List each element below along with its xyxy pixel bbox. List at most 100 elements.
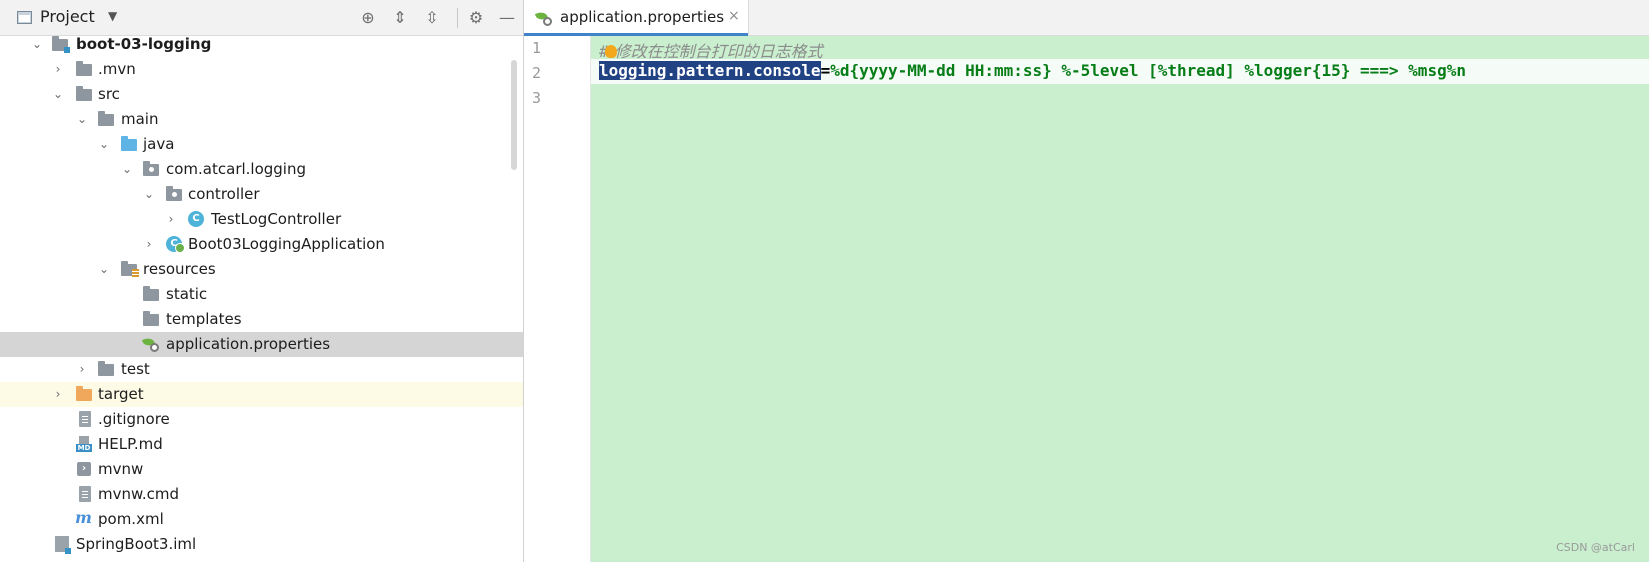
property-equals: = <box>820 61 831 80</box>
crosshair-icon[interactable]: ⊕ <box>357 6 379 28</box>
tree-item-resources[interactable]: ⌄ resources <box>0 257 523 282</box>
project-scrollbar[interactable] <box>511 60 517 170</box>
tree-item-label: java <box>143 135 175 153</box>
tree-item-pom-xml[interactable]: m pom.xml <box>0 507 523 532</box>
tree-item-mvn[interactable]: › .mvn <box>0 57 523 82</box>
folder-icon <box>143 286 159 301</box>
tree-item-label: main <box>121 110 159 128</box>
collapse-all-icon[interactable]: ⇳ <box>421 6 443 28</box>
tree-item-label: Boot03LoggingApplication <box>188 235 385 253</box>
tree-item-label: .mvn <box>98 60 136 78</box>
toolbar-divider <box>457 8 458 28</box>
chevron-down-icon[interactable]: ⌄ <box>30 37 44 51</box>
tree-item-label: mvnw <box>98 460 144 478</box>
gear-icon[interactable]: ⚙ <box>465 6 487 28</box>
chevron-down-icon[interactable]: ⌄ <box>120 162 134 176</box>
folder-icon <box>143 311 159 326</box>
line-number-gutter: 1 2 3 <box>524 36 591 562</box>
folder-icon <box>98 361 114 376</box>
property-key: logging.pattern.console <box>599 61 821 80</box>
minus-icon[interactable]: — <box>496 6 518 28</box>
chevron-right-icon[interactable]: › <box>164 212 178 226</box>
tree-item-label: application.properties <box>166 335 331 353</box>
chevron-right-icon[interactable]: › <box>51 62 65 76</box>
watermark: CSDN @atCarl <box>1556 541 1635 554</box>
spring-boot-class-icon: C <box>166 236 185 253</box>
tree-item-mvnw[interactable]: › mvnw <box>0 457 523 482</box>
tree-item-label: static <box>166 285 208 303</box>
tree-item-label: boot-03-logging <box>76 35 212 53</box>
tree-item-gitignore[interactable]: .gitignore <box>0 407 523 432</box>
property-line: logging.pattern.console=%d{yyyy-MM-dd HH… <box>599 61 1466 80</box>
tree-item-label: resources <box>143 260 216 278</box>
tree-item-testlogcontroller[interactable]: › C TestLogController <box>0 207 523 232</box>
tree-item-static[interactable]: static <box>0 282 523 307</box>
folder-icon <box>76 86 92 101</box>
text-file-icon <box>79 486 91 502</box>
expand-all-icon[interactable]: ⇕ <box>389 6 411 28</box>
chevron-right-icon[interactable]: › <box>142 237 156 251</box>
tree-item-target[interactable]: › target <box>0 382 523 407</box>
excluded-folder-icon <box>76 386 92 401</box>
chevron-right-icon[interactable]: › <box>51 387 65 401</box>
project-window-icon <box>17 11 32 24</box>
class-icon: C <box>188 211 204 227</box>
tab-label: application.properties <box>560 8 725 26</box>
module-folder-icon <box>52 36 70 53</box>
code-line-1[interactable]: # 修改在控制台打印的日志格式 <box>591 36 1649 61</box>
folder-icon <box>76 61 92 76</box>
code-editor[interactable]: # 修改在控制台打印的日志格式 logging.pattern.console=%… <box>591 36 1649 562</box>
tab-application-properties[interactable]: application.properties × <box>524 0 749 36</box>
tree-item-test[interactable]: › test <box>0 357 523 382</box>
tree-item-label: HELP.md <box>98 435 163 453</box>
tree-item-boot03loggingapplication[interactable]: › C Boot03LoggingApplication <box>0 232 523 257</box>
spring-properties-icon <box>534 10 552 26</box>
tree-item-main[interactable]: ⌄ main <box>0 107 523 132</box>
tree-item-label: controller <box>188 185 260 203</box>
tree-item-help-md[interactable]: MD HELP.md <box>0 432 523 457</box>
tree-item-label: target <box>98 385 144 403</box>
tree-item-java[interactable]: ⌄ java <box>0 132 523 157</box>
resources-folder-icon <box>121 261 139 278</box>
text-file-icon <box>79 411 91 427</box>
tree-item-label: test <box>121 360 150 378</box>
project-panel-header: Project ▼ ⊕ ⇕ ⇳ ⚙ — <box>0 0 523 36</box>
package-icon <box>166 186 182 201</box>
tree-item-springboot3-iml[interactable]: SpringBoot3.iml <box>0 532 523 557</box>
tree-item-label: TestLogController <box>211 210 342 228</box>
chevron-down-icon[interactable]: ⌄ <box>97 137 111 151</box>
tree-item-com-atcarl-logging[interactable]: ⌄ com.atcarl.logging <box>0 157 523 182</box>
line-number: 1 <box>532 39 542 57</box>
tree-item-application-properties[interactable]: application.properties <box>0 332 523 357</box>
tree-item-label: SpringBoot3.iml <box>76 535 197 553</box>
tree-item-src[interactable]: ⌄ src <box>0 82 523 107</box>
line-number: 2 <box>532 64 542 82</box>
markdown-file-icon: MD <box>76 436 92 452</box>
chevron-down-icon[interactable]: ⌄ <box>97 262 111 276</box>
tree-item-boot-03-logging[interactable]: ⌄ boot-03-logging <box>0 32 523 57</box>
tree-item-label: src <box>98 85 120 103</box>
package-icon <box>143 161 159 176</box>
chevron-down-icon[interactable]: ⌄ <box>75 112 89 126</box>
maven-icon: m <box>75 508 92 527</box>
property-value: %d{yyyy-MM-dd HH:mm:ss} %-5level [%threa… <box>830 61 1466 80</box>
chevron-down-icon[interactable]: ⌄ <box>51 87 65 101</box>
code-line-2[interactable]: logging.pattern.console=%d{yyyy-MM-dd HH… <box>591 59 1649 84</box>
chevron-down-icon[interactable]: ⌄ <box>142 187 156 201</box>
editor-area: application.properties × 1 2 3 # 修改在控制台打印… <box>524 0 1649 562</box>
chevron-right-icon[interactable]: › <box>75 362 89 376</box>
tree-item-templates[interactable]: templates <box>0 307 523 332</box>
close-icon[interactable]: × <box>728 8 740 24</box>
project-panel-title[interactable]: Project <box>40 7 95 26</box>
tree-item-controller[interactable]: ⌄ controller <box>0 182 523 207</box>
editor-tab-bar: application.properties × <box>524 0 1649 36</box>
chevron-down-icon[interactable]: ▼ <box>108 9 117 23</box>
tree-item-label: .gitignore <box>98 410 170 428</box>
line-number: 3 <box>532 89 542 107</box>
iml-file-icon <box>55 536 71 554</box>
project-tool-window: Project ▼ ⊕ ⇕ ⇳ ⚙ — ⌄ boot-03-logging › … <box>0 0 524 562</box>
tree-item-label: pom.xml <box>98 510 164 528</box>
code-line-3[interactable] <box>591 84 1649 109</box>
tree-item-mvnw-cmd[interactable]: mvnw.cmd <box>0 482 523 507</box>
tree-item-label: com.atcarl.logging <box>166 160 307 178</box>
